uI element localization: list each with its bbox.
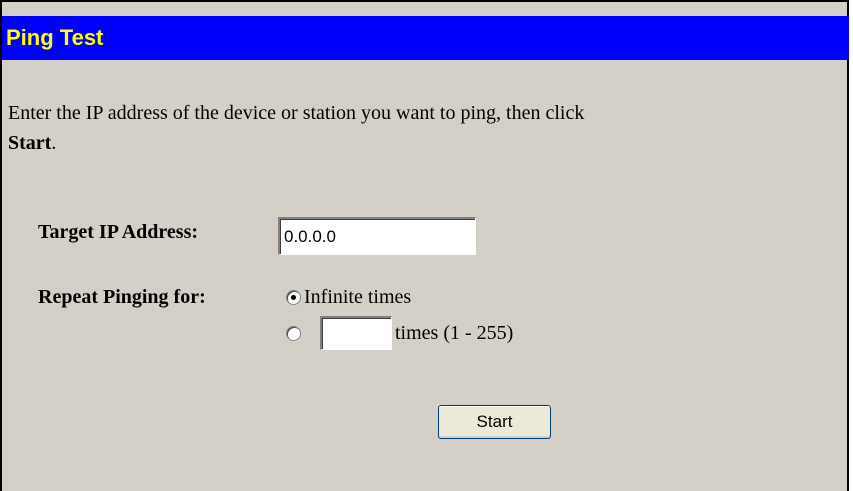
ping-test-panel: Ping Test Enter the IP address of the de…: [0, 0, 849, 491]
intro-text: Enter the IP address of the device or st…: [8, 98, 828, 158]
intro-sentence: Enter the IP address of the device or st…: [8, 102, 585, 124]
repeat-count-input[interactable]: [320, 316, 392, 350]
radio-selected-dot: [291, 295, 296, 300]
target-ip-label: Target IP Address:: [38, 221, 199, 243]
infinite-times-radio[interactable]: [286, 290, 301, 305]
target-ip-input[interactable]: [278, 217, 476, 255]
page-title: Ping Test: [2, 16, 849, 60]
start-button[interactable]: Start: [438, 405, 551, 439]
repeat-pinging-label: Repeat Pinging for:: [38, 286, 206, 308]
infinite-times-label: Infinite times: [304, 286, 412, 308]
repeat-times-label: times (1 - 255): [395, 322, 514, 344]
intro-start-emphasis: Start: [8, 132, 52, 154]
repeat-times-radio[interactable]: [286, 326, 301, 341]
intro-period: .: [51, 132, 57, 154]
